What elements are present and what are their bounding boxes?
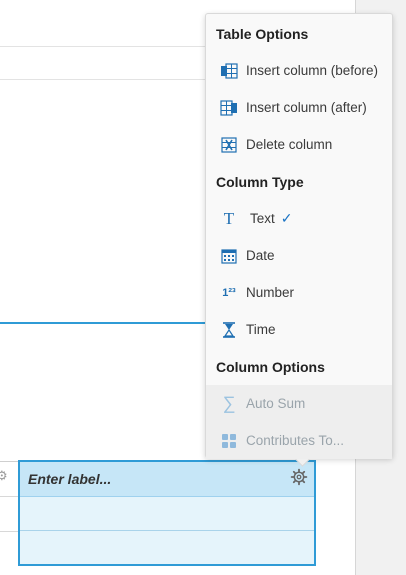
auto-sum-item[interactable]: ∑ Auto Sum [206,385,392,422]
selected-column[interactable]: Enter label... [18,460,316,566]
column-header[interactable]: Enter label... [20,462,314,497]
contributes-to-item[interactable]: Contributes To... [206,422,392,459]
gear-icon[interactable]: ⚙ [0,468,8,484]
section-title-column-type: Column Type [216,174,304,190]
number-icon: 1²³ [222,286,236,299]
previous-column: ⚙ [0,461,19,566]
gear-icon[interactable] [290,468,308,486]
menu-item-label: Insert column (after) [246,100,367,115]
hourglass-icon [218,321,240,339]
type-time-item[interactable]: Time [206,311,392,348]
section-title-table-options: Table Options [216,26,309,42]
type-date-item[interactable]: Date [206,237,392,274]
section-title-column-options: Column Options [216,359,325,375]
menu-item-label: Text [250,211,275,226]
column-label-input[interactable]: Enter label... [28,471,111,487]
calendar-icon [218,247,240,265]
menu-item-label: Number [246,285,295,300]
check-icon: ✓ [280,210,293,226]
type-text-item[interactable]: T Text ✓ [206,200,392,237]
table-row [20,530,314,531]
table-row [0,531,18,532]
menu-item-label: Contributes To... [246,433,345,448]
insert-column-after-icon [218,99,240,117]
delete-column-icon [218,136,240,154]
divider [0,46,205,47]
column-options-menu: Table Options Insert column (before) Ins… [205,13,393,467]
grid-icon [218,432,240,450]
menu-item-label: Time [246,322,276,337]
insert-column-before-item[interactable]: Insert column (before) [206,52,392,89]
sigma-icon: ∑ [222,393,236,413]
insert-column-after-item[interactable]: Insert column (after) [206,89,392,126]
divider [0,79,205,80]
table-row [0,496,18,497]
insert-column-before-icon [218,62,240,80]
delete-column-item[interactable]: Delete column [206,126,392,163]
text-type-icon: T [223,208,235,228]
menu-item-label: Auto Sum [246,396,306,411]
menu-item-label: Insert column (before) [246,63,379,78]
type-number-item[interactable]: 1²³ Number [206,274,392,311]
menu-item-label: Date [246,248,275,263]
menu-item-label: Delete column [246,137,333,152]
